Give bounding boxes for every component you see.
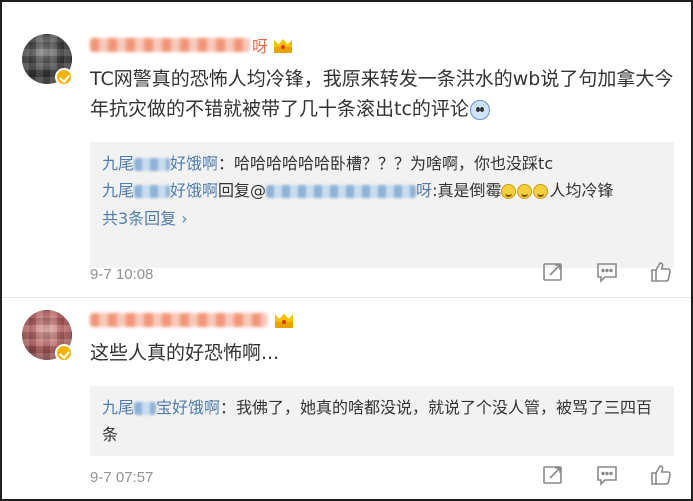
blurred-name-part [134,402,157,415]
repost-icon[interactable] [541,260,565,284]
reply-line: 九尾 宝好饿啊：我佛了，她真的啥都没说，就说了个没人管，被骂了三四百条 [102,398,653,444]
comment-text: 这些人真的好恐怖啊... [90,342,280,364]
laugh-emoji-icon [501,184,517,199]
comment-time: 9-7 10:08 [90,266,154,283]
comment-text: TC网警真的恐怖人均冷锋，我原来转发一条洪水的wb说了句加拿大今年抗灾做的不错就… [90,68,674,120]
author-name-tail[interactable]: 呀 [252,37,269,56]
crown-icon [273,37,293,53]
weibo-comment-list: 呀 TC网警真的恐怖人均冷锋，我原来转发一条洪水的wb说了句加拿大今年抗灾做的不… [0,0,693,501]
scared-emoji-icon [469,99,490,120]
comment-time: 9-7 07:57 [90,469,154,486]
reply-author[interactable]: 九尾 好饿啊 [102,181,218,200]
comment-author[interactable]: 呀 [90,33,293,56]
verified-icon [55,344,73,362]
reply-line: 九尾 好饿啊：哈哈哈哈哈哈卧槽？？？为啥啊，你也没踩tc [102,154,554,173]
reply-text: 真是倒霉 [437,181,502,200]
comment-author[interactable] [90,309,294,331]
laugh-emoji-icon [533,184,549,199]
like-icon[interactable] [649,260,673,284]
crown-icon [274,312,294,328]
blurred-name-part [134,158,171,171]
comment-footer: 9-7 07:57 [90,463,685,491]
action-bar [541,463,673,487]
reply-text-tail: 人均冷锋 [549,181,614,200]
reply-text: 哈哈哈哈哈哈卧槽？？？为啥啊，你也没踩tc [234,154,554,173]
comment-item: 呀 TC网警真的恐怖人均冷锋，我原来转发一条洪水的wb说了句加拿大今年抗灾做的不… [2,28,691,296]
reply-author[interactable]: 九尾 好饿啊 [102,154,218,173]
comment-footer: 9-7 10:08 [90,260,685,288]
divider [2,297,691,298]
like-icon[interactable] [649,463,673,487]
verified-icon [55,68,73,86]
comment-icon[interactable] [595,463,619,487]
reply-target[interactable]: 呀 [266,181,432,200]
reply-author[interactable]: 九尾 宝好饿啊 [102,398,220,417]
comment-icon[interactable] [595,260,619,284]
laugh-emoji-icon [517,184,533,199]
blurred-name-part [266,185,417,198]
repost-icon[interactable] [541,463,565,487]
reply-line: 九尾 好饿啊回复@ 呀:真是倒霉 人均冷锋 [102,181,614,200]
action-bar [541,260,673,284]
reply-box[interactable]: 九尾 宝好饿啊：我佛了，她真的啥都没说，就说了个没人管，被骂了三四百条 [90,386,674,456]
more-replies-link[interactable]: 共3条回复 › [102,204,662,234]
comment-item: 这些人真的好恐怖啊... 九尾 宝好饿啊：我佛了，她真的啥都没说，就说了个没人管，… [2,304,691,499]
blurred-name-part [134,185,171,198]
reply-word: 回复@ [218,181,267,200]
reply-box[interactable]: 九尾 好饿啊：哈哈哈哈哈哈卧槽？？？为啥啊，你也没踩tc 九尾 好饿啊回复@ 呀:真是… [90,142,674,268]
